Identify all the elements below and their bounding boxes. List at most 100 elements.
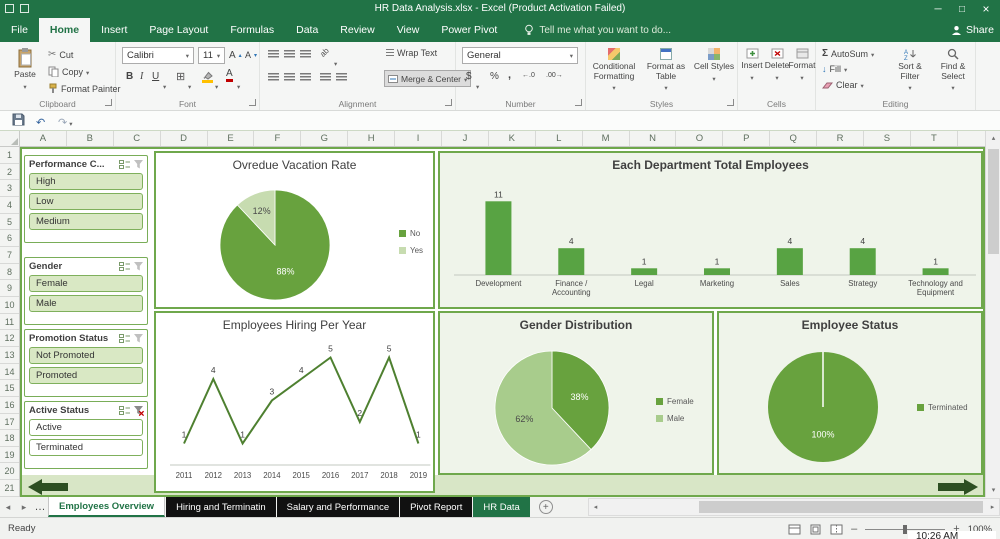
increase-decimal-button[interactable] [522,72,535,79]
borders-options-icon[interactable] [188,76,191,94]
sheet-tab-employees-overview[interactable]: Employees Overview [48,497,166,517]
column-header-l[interactable]: L [536,131,583,146]
number-format-select[interactable]: General [462,47,578,64]
slicer-item-terminated[interactable]: Terminated [29,439,143,456]
column-header-r[interactable]: R [817,131,865,146]
accounting-options-icon[interactable] [476,76,479,94]
comma-style-button[interactable] [508,69,511,81]
vertical-scroll-thumb[interactable] [988,149,999,254]
scroll-left-icon[interactable]: ◂ [589,499,602,515]
maximize-button[interactable] [950,0,974,18]
row-header-7[interactable]: 7 [0,247,19,264]
column-header-a[interactable]: A [20,131,67,146]
font-color-button[interactable] [226,69,233,82]
column-header-e[interactable]: E [208,131,255,146]
row-header-20[interactable]: 20 [0,463,19,481]
clear-button[interactable]: Clear [822,80,864,90]
fill-color-button[interactable] [202,71,213,83]
font-size-select[interactable]: 11 [198,47,225,64]
column-header-m[interactable]: M [583,131,630,146]
grow-font-button[interactable] [229,50,242,61]
row-header-3[interactable]: 3 [0,180,19,197]
wrap-text-button[interactable]: Wrap Text [386,48,437,58]
scroll-down-icon[interactable]: ▾ [986,483,1000,497]
tell-me-box[interactable]: Tell me what you want to do... [524,18,671,42]
previous-page-arrow[interactable] [28,479,68,495]
row-header-1[interactable]: 1 [0,147,19,164]
align-right-icon[interactable] [300,73,311,82]
slicer-item-male[interactable]: Male [29,295,143,312]
save-button[interactable] [12,113,25,126]
column-header-g[interactable]: G [301,131,349,146]
sheet-scroll-right-icon[interactable] [16,497,32,517]
underline-button[interactable] [152,71,159,82]
autosum-button[interactable]: AutoSum [822,48,874,59]
slicer-item-promoted[interactable]: Promoted [29,367,143,384]
column-header-i[interactable]: I [395,131,443,146]
cell-styles-button[interactable]: Cell Styles [692,48,736,84]
multiselect-icon[interactable] [119,261,130,272]
tab-data[interactable]: Data [285,18,329,42]
sort-filter-button[interactable]: AZ Sort & Filter [890,48,930,94]
format-as-table-button[interactable]: Format as Table [642,48,690,94]
page-break-view-icon[interactable] [830,524,843,535]
paste-button[interactable]: Paste [8,47,42,92]
slicer-item-not-promoted[interactable]: Not Promoted [29,347,143,364]
horizontal-scroll-thumb[interactable] [699,501,983,513]
tab-file[interactable]: File [0,18,39,42]
underline-options-icon[interactable] [163,76,166,94]
increase-indent-icon[interactable] [336,73,347,82]
row-header-12[interactable]: 12 [0,330,19,347]
orientation-button[interactable] [320,48,329,57]
zoom-slider[interactable] [865,524,946,534]
column-header-t[interactable]: T [911,131,958,146]
slicer-item-medium[interactable]: Medium [29,213,143,230]
format-painter-button[interactable]: Format Painter [48,83,121,94]
column-header-o[interactable]: O [676,131,724,146]
multiselect-icon[interactable] [119,159,130,170]
tab-page-layout[interactable]: Page Layout [138,18,219,42]
row-header-13[interactable]: 13 [0,347,19,364]
tab-view[interactable]: View [386,18,431,42]
font-name-select[interactable]: Calibri [122,47,194,64]
undo-button[interactable] [36,113,45,131]
tab-home[interactable]: Home [38,18,91,42]
multiselect-icon[interactable] [119,333,130,344]
chart-status[interactable]: Employee Status 100% Terminated [717,311,983,475]
column-header-k[interactable]: K [489,131,536,146]
tab-formulas[interactable]: Formulas [219,18,285,42]
alignment-dialog-launcher-icon[interactable] [445,99,452,106]
zoom-slider-thumb[interactable] [903,524,908,534]
scroll-right-icon[interactable]: ▸ [986,499,999,515]
clear-filter-icon[interactable] [133,159,144,170]
column-header-d[interactable]: D [161,131,208,146]
row-header-8[interactable]: 8 [0,264,19,281]
column-header-s[interactable]: S [864,131,911,146]
sheet-tab-hiring-and-terminatin[interactable]: Hiring and Terminatin [166,497,276,517]
chart-hiring[interactable]: Employees Hiring Per Year 1 2011 4 2012 1 2013… [154,311,435,493]
column-header-h[interactable]: H [348,131,396,146]
chart-vacation[interactable]: Ovredue Vacation Rate 88% 12% No Yes [154,151,435,309]
align-top-icon[interactable] [268,50,279,59]
share-button[interactable]: Share [951,18,994,42]
shrink-font-button[interactable] [245,50,257,60]
slicer-item-high[interactable]: High [29,173,143,190]
sheet-ellipsis-icon[interactable] [32,497,48,517]
find-select-button[interactable]: Find & Select [932,48,974,94]
orientation-options-icon[interactable] [334,53,337,71]
close-button[interactable] [974,0,998,18]
scroll-up-icon[interactable]: ▴ [986,131,1000,145]
font-dialog-launcher-icon[interactable] [249,99,256,106]
row-header-11[interactable]: 11 [0,314,19,331]
sheet-tab-salary-and-performance[interactable]: Salary and Performance [276,497,400,517]
tab-insert[interactable]: Insert [90,18,138,42]
row-header-9[interactable]: 9 [0,280,19,297]
redo-button[interactable] [58,113,72,131]
select-all-corner[interactable] [0,131,20,147]
page-layout-view-icon[interactable] [809,524,822,535]
format-cells-button[interactable]: Format [789,48,815,83]
fill-button[interactable]: Fill [822,64,847,74]
row-header-6[interactable]: 6 [0,230,19,247]
tab-review[interactable]: Review [329,18,385,42]
italic-button[interactable] [140,71,143,82]
